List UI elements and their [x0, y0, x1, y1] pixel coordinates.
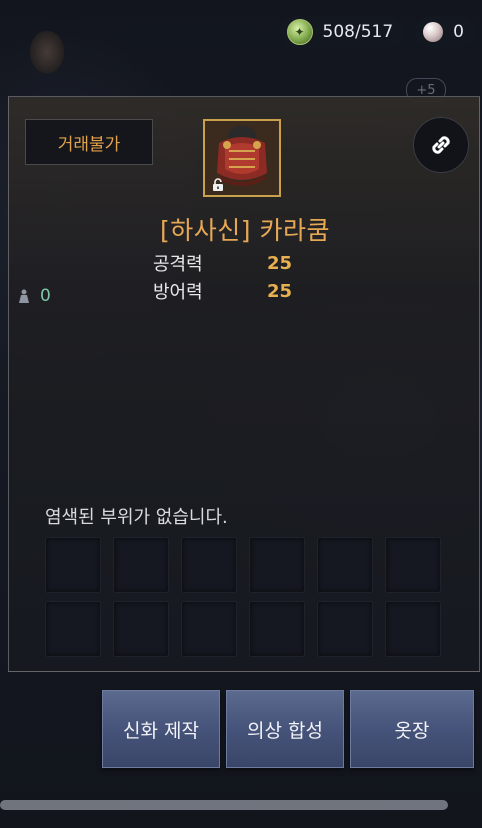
wardrobe-button[interactable]: 옷장: [350, 690, 474, 768]
horizontal-scrollbar[interactable]: [0, 800, 448, 810]
dye-slot-grid: [45, 537, 441, 657]
item-tooltip-panel: 거래불가 [하사신] 카라쿰 공격력 25 방어력 25 염색된 부위가 없습니…: [8, 96, 480, 672]
dye-slot[interactable]: [249, 537, 305, 593]
action-buttons: 신화 제작 의상 합성 옷장: [102, 690, 474, 768]
pearl-icon: [423, 22, 444, 42]
link-button[interactable]: [413, 117, 469, 173]
stat-row-attack: 공격력 25: [153, 249, 292, 277]
lock-icon: [211, 177, 225, 191]
dye-status-message: 염색된 부위가 없습니다.: [45, 507, 228, 528]
character-avatar[interactable]: [12, 12, 82, 92]
weight-counter: 0: [16, 286, 51, 306]
stat-label: 방어력: [153, 282, 203, 303]
dye-slot[interactable]: [249, 601, 305, 657]
stat-label: 공격력: [153, 254, 203, 275]
energy-counter: ✦ 508/517: [278, 16, 406, 48]
weight-value: 0: [40, 286, 51, 306]
energy-value: 508/517: [322, 22, 394, 42]
dye-slot[interactable]: [45, 537, 101, 593]
screen: ✦ 508/517 0 +5 거래불가 [하사신] 카라쿰 공격력 25 방어력…: [0, 0, 482, 828]
dye-slot[interactable]: [385, 601, 441, 657]
energy-coin-icon: ✦: [286, 19, 313, 45]
dye-slot[interactable]: [113, 537, 169, 593]
weight-icon: [19, 289, 29, 303]
dye-slot[interactable]: [113, 601, 169, 657]
trade-status-badge: 거래불가: [25, 119, 153, 165]
stat-row-defense: 방어력 25: [153, 277, 292, 305]
item-stats: 공격력 25 방어력 25: [153, 249, 292, 305]
dye-slot[interactable]: [45, 601, 101, 657]
item-name: [하사신] 카라쿰: [160, 216, 330, 245]
pearl-value: 0: [453, 22, 464, 42]
currency-bar: ✦ 508/517 0: [278, 16, 476, 48]
mythic-craft-button[interactable]: 신화 제작: [102, 690, 220, 768]
dye-slot[interactable]: [181, 537, 237, 593]
stat-value: 25: [267, 252, 293, 274]
link-icon: [432, 136, 450, 154]
dye-slot[interactable]: [317, 537, 373, 593]
stat-value: 25: [267, 280, 293, 302]
dye-slot[interactable]: [317, 601, 373, 657]
dye-slot[interactable]: [385, 537, 441, 593]
costume-combine-button[interactable]: 의상 합성: [226, 690, 344, 768]
item-armor-icon: [203, 119, 281, 197]
pearl-counter: 0: [415, 16, 476, 48]
dye-slot[interactable]: [181, 601, 237, 657]
